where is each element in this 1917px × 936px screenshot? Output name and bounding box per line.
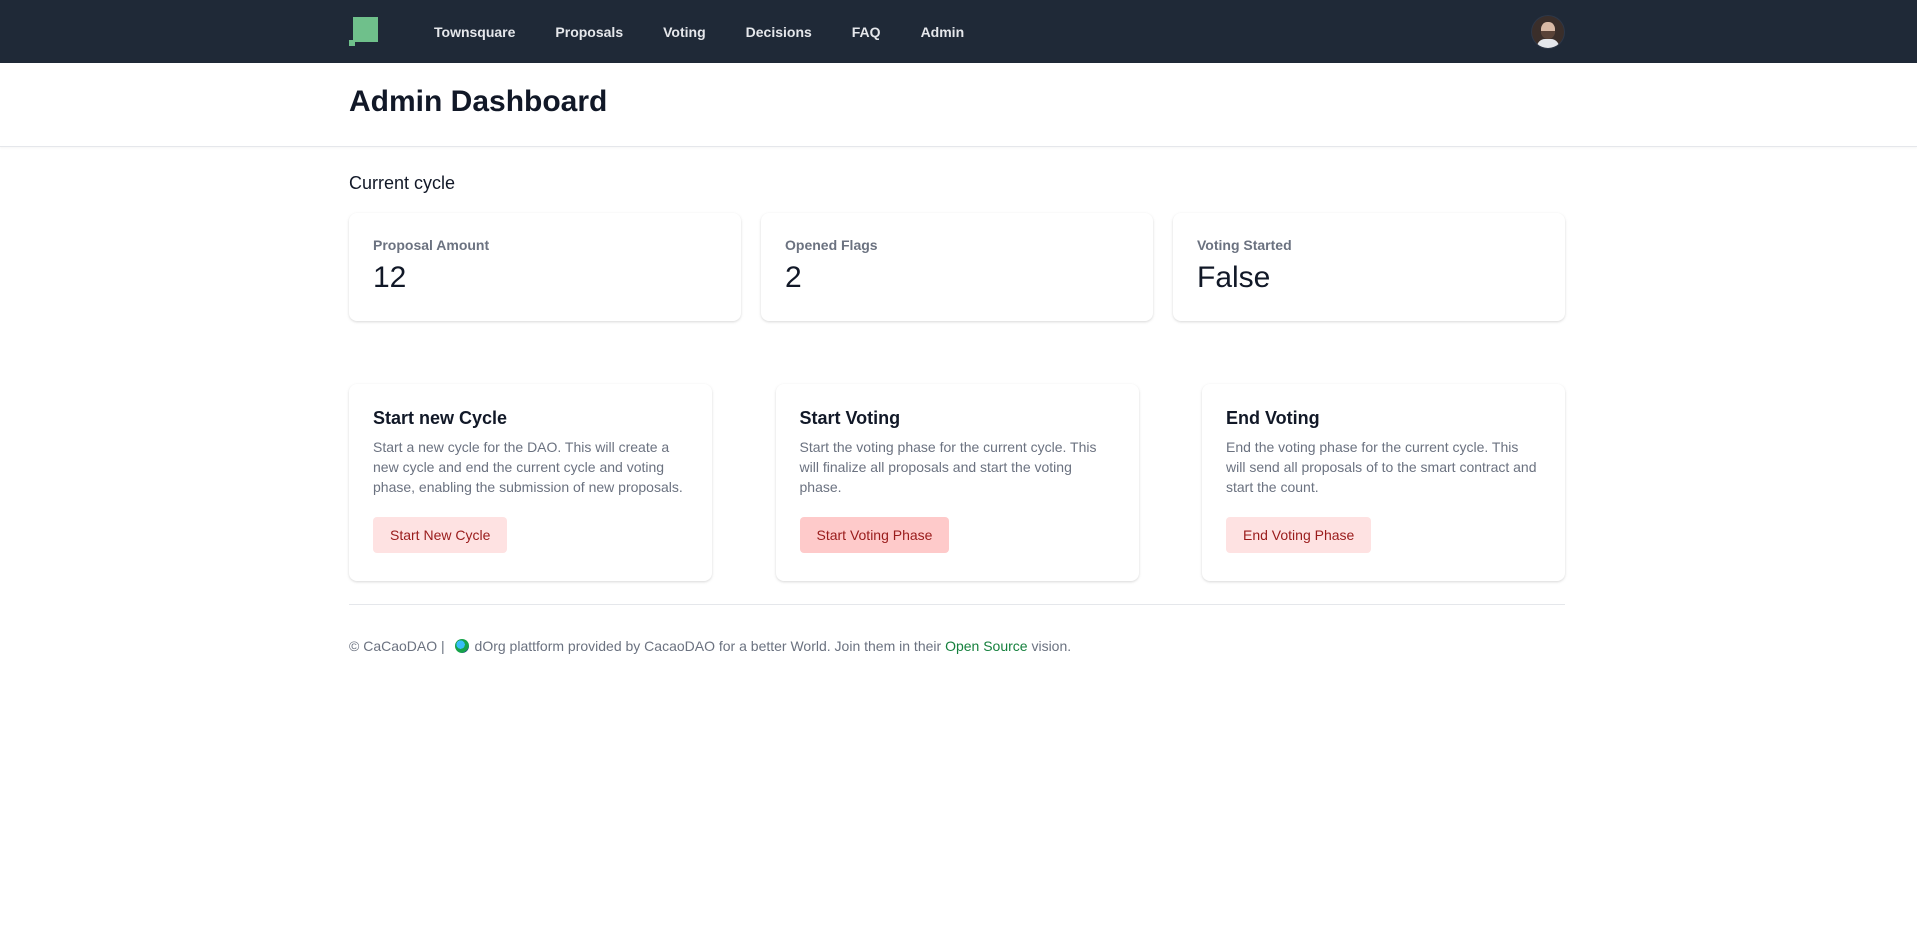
main-content: Current cycle Proposal Amount 12 Opened … bbox=[349, 147, 1565, 654]
footer: © CaCaoDAO | dOrg plattform provided by … bbox=[349, 604, 1565, 654]
nav-link-decisions[interactable]: Decisions bbox=[734, 16, 824, 48]
action-description: Start the voting phase for the current c… bbox=[799, 439, 1097, 495]
stat-card-voting-started: Voting Started False bbox=[1173, 213, 1565, 321]
globe-icon bbox=[454, 639, 469, 653]
stat-value: False bbox=[1197, 261, 1271, 294]
action-card-new-cycle: Start new Cycle Start a new cycle for th… bbox=[349, 384, 712, 581]
action-card-end-voting: End Voting End the voting phase for the … bbox=[1202, 384, 1565, 581]
section-title-current-cycle: Current cycle bbox=[349, 173, 456, 193]
footer-middle: dOrg plattform provided by CacaoDAO for … bbox=[474, 638, 946, 654]
user-avatar[interactable] bbox=[1532, 15, 1564, 48]
stats-row: Proposal Amount 12 Opened Flags 2 Voting… bbox=[349, 213, 1565, 321]
action-title: Start Voting bbox=[799, 408, 901, 428]
actions-row: Start new Cycle Start a new cycle for th… bbox=[349, 384, 1565, 581]
start-new-cycle-button[interactable]: Start New Cycle bbox=[373, 517, 508, 553]
action-title: End Voting bbox=[1226, 408, 1320, 428]
stat-label: Voting Started bbox=[1197, 237, 1292, 253]
start-voting-phase-button[interactable]: Start Voting Phase bbox=[799, 517, 950, 553]
open-source-link[interactable]: Open Source bbox=[945, 638, 1028, 654]
footer-text: © CaCaoDAO | dOrg plattform provided by … bbox=[349, 638, 1565, 654]
nav-link-proposals[interactable]: Proposals bbox=[543, 16, 635, 48]
nav-link-townsquare[interactable]: Townsquare bbox=[422, 16, 527, 48]
stat-card-opened-flags: Opened Flags 2 bbox=[761, 213, 1153, 321]
app-logo[interactable] bbox=[349, 17, 378, 46]
stat-value: 12 bbox=[373, 261, 407, 294]
stat-card-proposal-amount: Proposal Amount 12 bbox=[349, 213, 741, 321]
stat-value: 2 bbox=[785, 261, 802, 294]
nav-link-admin[interactable]: Admin bbox=[909, 16, 977, 48]
nav-links: Townsquare Proposals Voting Decisions FA… bbox=[422, 16, 992, 48]
page-title: Admin Dashboard bbox=[349, 85, 608, 118]
page-header: Admin Dashboard bbox=[0, 63, 1917, 147]
nav-link-voting[interactable]: Voting bbox=[651, 16, 718, 48]
top-navbar: Townsquare Proposals Voting Decisions FA… bbox=[0, 0, 1917, 63]
stat-label: Opened Flags bbox=[785, 237, 878, 253]
action-card-start-voting: Start Voting Start the voting phase for … bbox=[775, 384, 1139, 581]
stat-label: Proposal Amount bbox=[373, 237, 490, 253]
end-voting-phase-button[interactable]: End Voting Phase bbox=[1226, 517, 1372, 553]
footer-copyright: © CaCaoDAO | bbox=[349, 638, 449, 654]
action-title: Start new Cycle bbox=[373, 408, 508, 428]
action-description: End the voting phase for the current cyc… bbox=[1226, 439, 1537, 495]
action-description: Start a new cycle for the DAO. This will… bbox=[373, 439, 683, 495]
footer-suffix: vision. bbox=[1027, 638, 1072, 654]
nav-link-faq[interactable]: FAQ bbox=[840, 16, 893, 48]
